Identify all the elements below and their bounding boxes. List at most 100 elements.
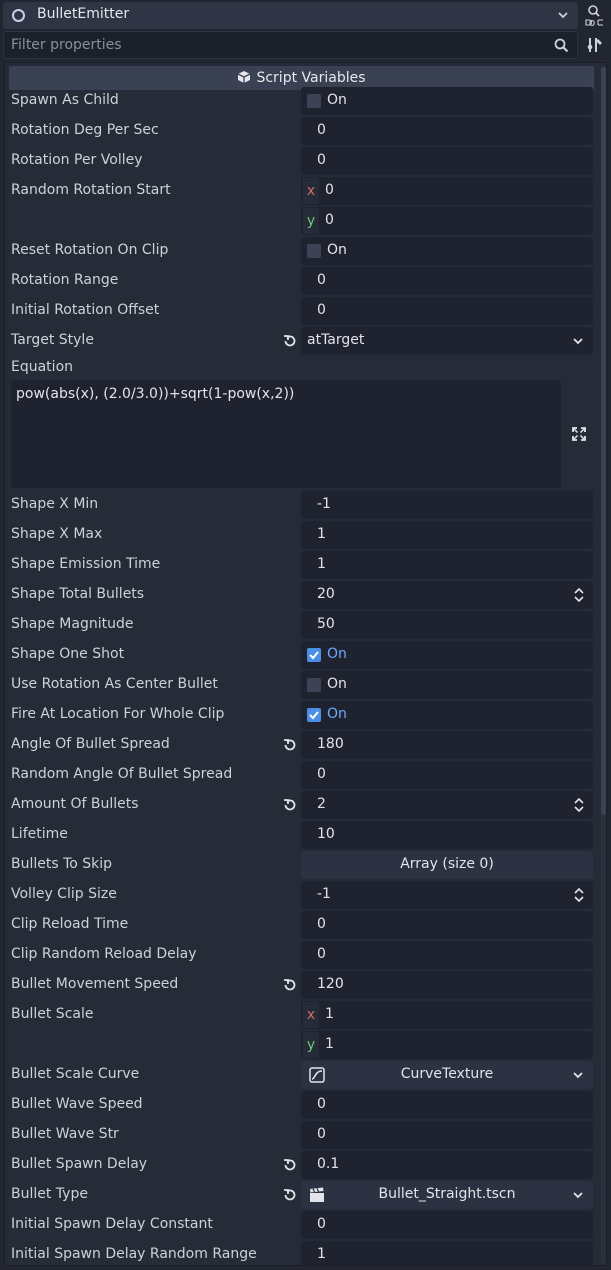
node-selector-bar: BulletEmitter — [0, 0, 611, 32]
checkbox-label: On — [327, 676, 347, 692]
field-value: 0 — [317, 272, 326, 288]
prop-label: Amount Of Bullets — [11, 796, 139, 812]
prop-label: Shape Emission Time — [11, 556, 161, 572]
field-value: 1 — [317, 526, 326, 542]
field-value: 120 — [317, 976, 344, 992]
scrollbar[interactable] — [601, 67, 606, 815]
prop-shape-x-max: Shape X Max 1 — [5, 520, 595, 550]
prop-label: Shape Total Bullets — [11, 586, 145, 602]
bullet-wave-speed-field[interactable]: 0 — [301, 1091, 593, 1119]
bullet-wave-str-field[interactable]: 0 — [301, 1121, 593, 1149]
field-value: 0 — [317, 766, 326, 782]
initial-spawn-delay-random-range-field[interactable]: 1 — [301, 1241, 593, 1265]
field-value: 50 — [317, 616, 335, 632]
rotation-deg-per-sec-field[interactable]: 0 — [301, 117, 593, 145]
clip-random-reload-delay-field[interactable]: 0 — [301, 941, 593, 969]
field-value: 0 — [317, 302, 326, 318]
revert-icon[interactable] — [282, 797, 298, 813]
angle-of-bullet-spread-field[interactable]: 180 — [301, 731, 593, 759]
bullet-type-resource[interactable]: Bullet_Straight.tscn — [301, 1181, 593, 1209]
prop-label: Lifetime — [11, 826, 68, 842]
rotation-range-field[interactable]: 0 — [301, 267, 593, 295]
shape-magnitude-field[interactable]: 50 — [301, 611, 593, 639]
node-selector[interactable]: BulletEmitter — [3, 2, 578, 29]
reset-rotation-on-clip-checkbox[interactable]: On — [301, 237, 593, 265]
prop-shape-magnitude: Shape Magnitude 50 — [5, 610, 595, 640]
shape-x-max-field[interactable]: 1 — [301, 521, 593, 549]
bullets-to-skip-array-button[interactable]: Array (size 0) — [301, 851, 593, 879]
rotation-per-volley-field[interactable]: 0 — [301, 147, 593, 175]
lifetime-field[interactable]: 10 — [301, 821, 593, 849]
shape-x-min-field[interactable]: -1 — [301, 491, 593, 519]
prop-label: Bullet Scale Curve — [11, 1066, 140, 1082]
checkbox-icon — [307, 678, 321, 692]
bullet-scale-x-field[interactable]: x 1 — [301, 1001, 593, 1029]
revert-icon[interactable] — [282, 737, 298, 753]
field-value: 0 — [317, 946, 326, 962]
prop-label: Clip Reload Time — [11, 916, 129, 932]
doc-icon[interactable] — [584, 4, 606, 28]
clip-reload-time-field[interactable]: 0 — [301, 911, 593, 939]
equation-textarea[interactable]: pow(abs(x), (2.0/3.0))+sqrt(1-pow(x,2)) — [11, 380, 561, 488]
revert-icon[interactable] — [282, 333, 298, 349]
section-title: Script Variables — [256, 70, 366, 86]
checkbox-label: On — [327, 92, 347, 108]
bullet-scale-curve-resource[interactable]: CurveTexture — [301, 1061, 593, 1089]
prop-random-angle-of-bullet-spread: Random Angle Of Bullet Spread 0 — [5, 760, 595, 790]
equation-value: pow(abs(x), (2.0/3.0))+sqrt(1-pow(x,2)) — [16, 386, 295, 402]
field-value: 1 — [317, 1246, 326, 1262]
checkbox-checked-icon — [307, 708, 321, 722]
initial-spawn-delay-constant-field[interactable]: 0 — [301, 1211, 593, 1239]
filter-placeholder: Filter properties — [11, 37, 122, 53]
revert-icon[interactable] — [282, 1187, 298, 1203]
tools-icon[interactable] — [586, 36, 604, 54]
chevron-down-icon[interactable] — [571, 1068, 585, 1082]
revert-icon[interactable] — [282, 1157, 298, 1173]
revert-icon[interactable] — [282, 977, 298, 993]
prop-fire-at-location-for-whole-clip: Fire At Location For Whole Clip On — [5, 700, 595, 730]
volley-clip-size-spinbox[interactable]: -1 — [301, 881, 593, 909]
prop-label: Bullet Type — [11, 1186, 88, 1202]
spin-arrows-icon[interactable] — [573, 587, 585, 603]
field-value: 0 — [317, 122, 326, 138]
bullet-spawn-delay-field[interactable]: 0.1 — [301, 1151, 593, 1179]
prop-label: Shape One Shot — [11, 646, 125, 662]
prop-label: Shape X Min — [11, 496, 99, 512]
random-rotation-start-y-field[interactable]: y 0 — [301, 207, 593, 235]
bullet-movement-speed-field[interactable]: 120 — [301, 971, 593, 999]
use-rotation-as-center-bullet-checkbox[interactable]: On — [301, 671, 593, 699]
equation-label: Equation — [11, 359, 74, 375]
axis-x-label: x — [303, 178, 319, 204]
prop-angle-of-bullet-spread: Angle Of Bullet Spread 180 — [5, 730, 595, 760]
checkbox-label: On — [327, 242, 347, 258]
chevron-down-icon — [558, 12, 568, 19]
expand-icon[interactable] — [572, 427, 586, 441]
shape-emission-time-field[interactable]: 1 — [301, 551, 593, 579]
filter-properties-input[interactable]: Filter properties — [3, 31, 578, 59]
prop-target-style: Target Style atTarget — [5, 326, 595, 356]
shape-one-shot-checkbox[interactable]: On — [301, 641, 593, 669]
prop-label: Bullet Wave Speed — [11, 1096, 143, 1112]
spin-arrows-icon[interactable] — [573, 797, 585, 813]
shape-total-bullets-spinbox[interactable]: 20 — [301, 581, 593, 609]
prop-rotation-per-volley: Rotation Per Volley 0 — [5, 146, 595, 176]
prop-label: Random Angle Of Bullet Spread — [11, 766, 233, 782]
field-value: 20 — [317, 586, 335, 602]
bullet-scale-y-field[interactable]: y 1 — [301, 1031, 593, 1059]
random-angle-of-bullet-spread-field[interactable]: 0 — [301, 761, 593, 789]
prop-random-rotation-start-y: y 0 — [5, 206, 595, 236]
fire-at-location-checkbox[interactable]: On — [301, 701, 593, 729]
checkbox-checked-icon — [307, 648, 321, 662]
chevron-down-icon[interactable] — [571, 1188, 585, 1202]
spawn-as-child-checkbox[interactable]: On — [301, 87, 593, 115]
field-value: 0 — [325, 212, 334, 228]
prop-label: Rotation Deg Per Sec — [11, 122, 159, 138]
amount-of-bullets-spinbox[interactable]: 2 — [301, 791, 593, 819]
field-value: -1 — [317, 886, 331, 902]
target-style-dropdown[interactable]: atTarget — [301, 327, 593, 355]
field-value: 2 — [317, 796, 326, 812]
initial-rotation-offset-field[interactable]: 0 — [301, 297, 593, 325]
field-value: 1 — [325, 1006, 334, 1022]
random-rotation-start-x-field[interactable]: x 0 — [301, 177, 593, 205]
spin-arrows-icon[interactable] — [573, 887, 585, 903]
